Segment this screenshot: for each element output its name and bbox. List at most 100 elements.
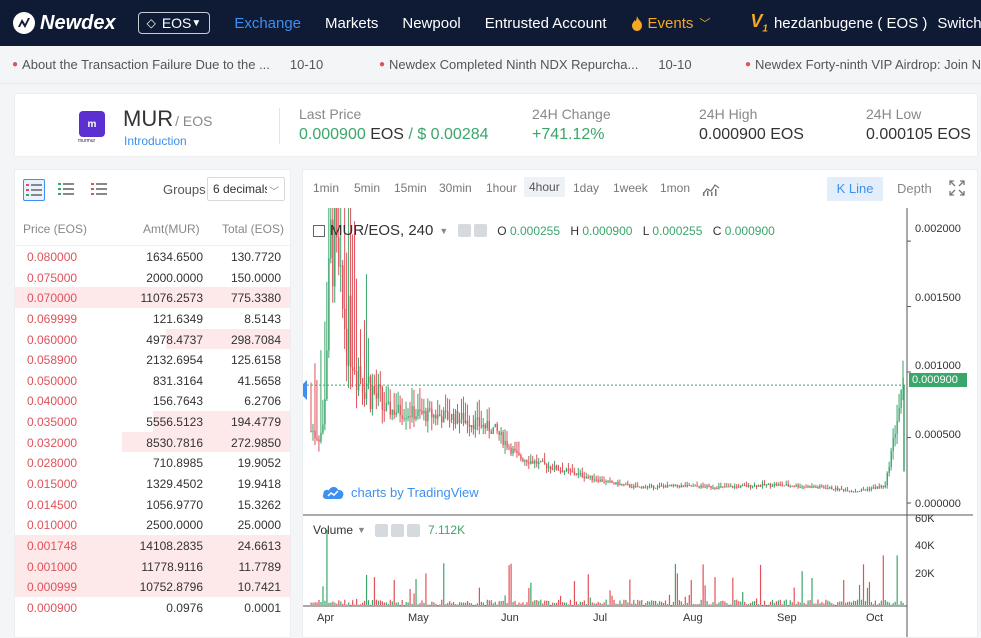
order-row[interactable]: 0.001748 14108.2835 24.6613 [15,534,290,556]
announcement-item[interactable]: ● Newdex Completed Ninth NDX Repurcha...… [379,57,692,72]
volume-bar [361,602,364,605]
order-row[interactable]: 0.001000 11778.9116 11.7789 [15,555,290,577]
order-row[interactable]: 0.075000 2000.0000 150.0000 [15,267,290,288]
candle-body [508,447,510,449]
volume-bar [785,599,787,605]
user-account[interactable]: V1 hezdanbugene ( EOS ) [750,11,927,35]
candle-body [878,486,881,488]
order-row[interactable]: 0.069999 121.6349 8.5143 [15,308,290,329]
candle-body [672,484,675,486]
orderbook-both-icon[interactable] [23,179,45,201]
tradingview-watermark[interactable]: charts by TradingView [321,484,479,500]
volume-bar [779,599,781,605]
order-row[interactable]: 0.040000 156.7643 6.2706 [15,390,290,411]
order-row[interactable]: 0.028000 710.8985 19.9052 [15,452,290,473]
volume-bar [516,604,518,606]
order-row[interactable]: 0.035000 5556.5123 194.4779 [15,411,290,432]
close-icon[interactable] [406,523,420,537]
candle-body [789,485,791,487]
depth-tab[interactable]: Depth [897,181,932,196]
candle-body [751,486,754,488]
candle-body [482,424,485,427]
logo[interactable]: Newdex [12,11,116,35]
order-row[interactable]: 0.000900 0.0976 0.0001 [15,597,290,618]
eye-icon[interactable] [458,224,472,237]
nav-item-markets[interactable]: Markets [325,15,378,32]
orderbook-sell-icon[interactable] [89,179,111,201]
order-row[interactable]: 0.010000 2500.0000 25.0000 [15,514,290,535]
chain-select[interactable]: ◇ EOS ▼ [137,12,211,34]
nav-item-entrusted-account[interactable]: Entrusted Account [485,15,607,32]
candle-body [466,420,469,425]
volume-bar [397,602,399,605]
eye-icon[interactable] [374,523,388,537]
col-total: Total (EOS) [221,222,284,236]
volume-tick: 40K [915,540,935,552]
timeframe-4hour[interactable]: 4hour [524,177,565,197]
announcement-item[interactable]: ● About the Transaction Failure Due to t… [12,57,323,72]
candle-body [793,486,795,488]
order-row[interactable]: 0.015000 1329.4502 19.9418 [15,473,290,494]
volume-bar [312,602,314,605]
volume-bar [338,600,340,605]
candle-body [896,420,898,434]
volume-bar [316,602,318,605]
volume-legend: Volume ▼ 7.112K [313,523,465,537]
timeframe-1week[interactable]: 1week [613,181,648,195]
candle-body [526,460,528,463]
price-chart[interactable] [303,208,978,638]
candle-body [894,433,896,438]
timeframe-15min[interactable]: 15min [394,181,427,195]
chevron-down-icon: ﹀ [699,18,711,30]
app-root: Newdex ◇ EOS ▼ Exchange Markets Newpool … [0,0,981,638]
timeframe-1mon[interactable]: 1mon [660,181,690,195]
settings-icon[interactable] [474,224,488,237]
switch-account-link[interactable]: Switch [937,15,981,32]
order-price: 0.000999 [27,580,78,595]
candle-body [589,475,591,478]
nav-item-events[interactable]: Events ﹀ [631,14,711,32]
introduction-link[interactable]: Introduction [124,134,187,148]
v1-badge-icon: V1 [750,11,768,35]
candle-body [781,484,784,486]
nav-item-exchange[interactable]: Exchange [234,15,301,32]
volume-bar [354,604,356,606]
volume-bar [775,601,777,605]
last-price-usd: / $ 0.00284 [408,126,489,143]
order-row[interactable]: 0.058900 2132.6954 125.6158 [15,349,290,370]
kline-tab[interactable]: K Line [827,177,883,201]
candle-body [559,470,562,472]
nav-item-newpool[interactable]: Newpool [402,15,460,32]
collapse-icon[interactable] [313,224,325,237]
order-row[interactable]: 0.032000 8530.7816 272.9850 [15,431,290,453]
order-row[interactable]: 0.060000 4978.4737 298.7084 [15,328,290,350]
volume-bar [342,603,344,605]
order-row[interactable]: 0.000999 10752.8796 10.7421 [15,576,290,597]
timeframe-5min[interactable]: 5min [354,181,380,195]
order-row[interactable]: 0.014500 1056.9770 15.3262 [15,494,290,515]
volume-bar [371,600,374,605]
order-row[interactable]: 0.080000 1634.6500 130.7720 [15,246,290,267]
timeframe-1min[interactable]: 1min [313,181,339,195]
volume-bar [698,603,700,605]
volume-bar [811,578,813,605]
timeframe-1day[interactable]: 1day [573,181,599,195]
volume-bar [419,603,421,605]
order-row[interactable]: 0.050000 831.3164 41.5658 [15,370,290,391]
indicators-icon[interactable] [702,182,720,196]
events-label: Events [647,14,694,32]
order-row[interactable]: 0.070000 11076.2573 775.3380 [15,287,290,308]
chevron-down-icon[interactable]: ▼ [357,525,366,535]
orderbook-buy-icon[interactable] [56,179,78,201]
fullscreen-icon[interactable] [949,180,965,196]
groups-select[interactable]: 6 decimals ﹀ [207,177,285,201]
volume-bar [795,603,797,605]
timeframe-1hour[interactable]: 1hour [486,181,517,195]
candle-body [359,366,362,379]
chevron-down-icon[interactable]: ▼ [439,226,448,236]
timeframe-30min[interactable]: 30min [439,181,472,195]
settings-icon[interactable] [390,523,404,537]
candle-body [825,488,827,490]
pane-resize-handle [303,380,307,400]
announcement-item[interactable]: ● Newdex Forty-ninth VIP Airdrop: Join N [745,57,981,72]
